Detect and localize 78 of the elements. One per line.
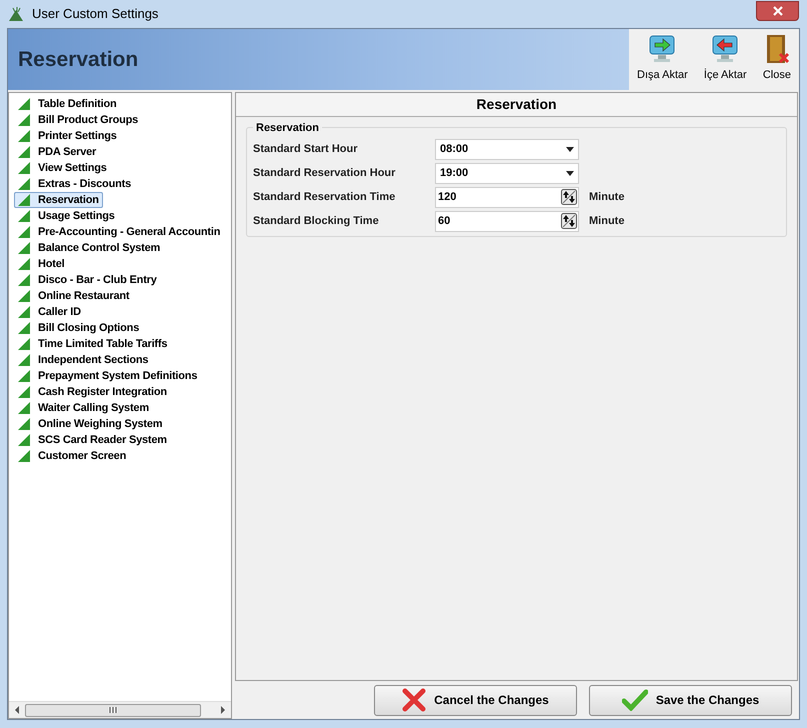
field-label: Standard Blocking Time (253, 214, 380, 229)
save-button[interactable]: Save the Changes (589, 684, 792, 716)
number-field[interactable]: 120 (435, 186, 579, 208)
sidebar-item[interactable]: Waiter Calling System (14, 400, 153, 416)
tree-icon (18, 130, 30, 142)
sidebar-item[interactable]: Bill Closing Options (14, 320, 144, 336)
tree-icon (18, 226, 30, 238)
caret-icon (566, 170, 574, 176)
sidebar-item[interactable]: SCS Card Reader System (14, 432, 171, 448)
tree-icon (18, 258, 30, 270)
sidebar-item[interactable]: Reservation (14, 192, 103, 208)
tree-icon (18, 162, 30, 174)
sidebar-item[interactable]: Pre-Accounting - General Accountin (14, 224, 224, 240)
tree-icon (18, 338, 30, 350)
panel-title: Reservation (476, 95, 557, 114)
sidebar-item[interactable]: Caller ID (14, 304, 85, 320)
sidebar-item[interactable]: Prepayment System Definitions (14, 368, 202, 384)
tree-icon (18, 146, 30, 158)
tree-icon (18, 418, 30, 430)
tree-icon (18, 210, 30, 222)
check-icon (622, 689, 648, 711)
sidebar-item[interactable]: Independent Sections (14, 352, 152, 368)
monitor-arrow-icon (711, 34, 740, 64)
scroll-thumb[interactable] (25, 704, 201, 716)
tree-icon (18, 98, 30, 110)
caret-icon (566, 146, 574, 152)
dropdown[interactable]: 19:00 (435, 162, 579, 184)
sidebar-item[interactable]: Table Definition (14, 96, 120, 112)
tree-icon (18, 354, 30, 366)
window-title: User Custom Settings (32, 5, 158, 24)
close-button[interactable] (756, 1, 799, 21)
sidebar-item[interactable]: Balance Control System (14, 240, 164, 256)
dropdown[interactable]: 08:00 (435, 138, 579, 160)
toolbar-button[interactable]: Dışa Aktar (637, 34, 688, 83)
header-title: Reservation (18, 46, 138, 73)
horizontal-scrollbar[interactable] (9, 701, 231, 718)
tree-icon (18, 114, 30, 126)
sidebar-item[interactable]: Usage Settings (14, 208, 119, 224)
tree-icon (18, 386, 30, 398)
tree-icon (18, 450, 30, 462)
sidebar-item[interactable]: Online Restaurant (14, 288, 134, 304)
tree-icon (18, 306, 30, 318)
sidebar-item[interactable]: View Settings (14, 160, 111, 176)
tree-icon (18, 370, 30, 382)
tree-icon (18, 242, 30, 254)
sidebar-item[interactable]: Customer Screen (14, 448, 130, 464)
spinner-icon[interactable] (561, 213, 577, 229)
tree-icon (18, 290, 30, 302)
tree-icon (18, 274, 30, 286)
field-label: Standard Start Hour (253, 142, 359, 157)
sidebar-item[interactable]: Printer Settings (14, 128, 121, 144)
app-logo-icon (8, 6, 24, 22)
sidebar-item[interactable]: Disco - Bar - Club Entry (14, 272, 161, 288)
tree-icon (18, 322, 30, 334)
tree-icon (18, 194, 30, 206)
tree-icon (18, 178, 30, 190)
sidebar-item[interactable]: Cash Register Integration (14, 384, 171, 400)
number-field[interactable]: 60 (435, 210, 579, 232)
cross-icon (402, 688, 426, 712)
field-label: Standard Reservation Time (253, 190, 396, 205)
spinner-icon[interactable] (561, 189, 577, 205)
unit-label: Minute (589, 214, 624, 229)
sidebar-item[interactable]: Time Limited Table Tariffs (14, 336, 172, 352)
sidebar-item[interactable]: PDA Server (14, 144, 100, 160)
cancel-button[interactable]: Cancel the Changes (374, 684, 577, 716)
sidebar-item[interactable]: Extras - Discounts (14, 176, 135, 192)
toolbar-button[interactable]: İçe Aktar (704, 34, 747, 83)
toolbar-button[interactable]: Close (762, 34, 791, 83)
monitor-arrow-icon (648, 34, 676, 64)
unit-label: Minute (589, 190, 624, 205)
close-icon (772, 6, 782, 16)
tree-icon (18, 402, 30, 414)
grip-icon (109, 707, 117, 713)
sidebar-item[interactable]: Online Weighing System (14, 416, 166, 432)
tree-icon (18, 434, 30, 446)
sidebar-item[interactable]: Hotel (14, 256, 69, 272)
sidebar-item[interactable]: Bill Product Groups (14, 112, 142, 128)
field-label: Standard Reservation Hour (253, 166, 396, 181)
